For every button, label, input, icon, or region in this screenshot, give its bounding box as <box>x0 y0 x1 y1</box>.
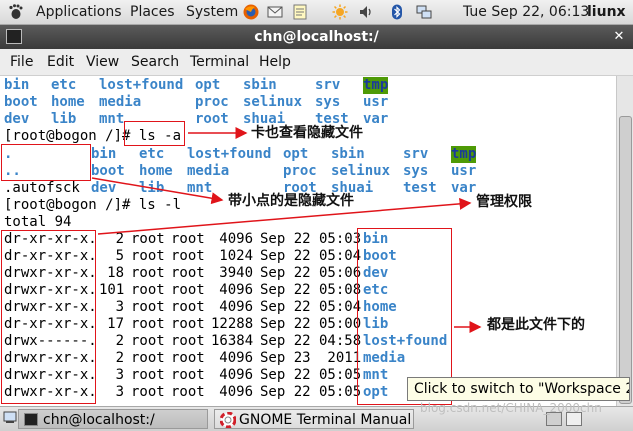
annotation-files-under: 都是此文件下的 <box>487 317 585 333</box>
workspace-tooltip: Click to switch to "Workspace 2" <box>407 377 630 401</box>
annotation-arrows <box>91 127 482 333</box>
watermark: blog.csdn.net/CHINA_2000chn <box>420 401 602 415</box>
show-desktop-icon[interactable] <box>3 410 19 426</box>
help-lifebuoy-icon <box>219 411 237 428</box>
taskbar-item-help[interactable]: GNOME Terminal Manual <box>214 409 414 429</box>
taskbar-item-label: GNOME Terminal Manual <box>239 412 412 428</box>
arrow-to-dot-files-note <box>91 177 224 205</box>
terminal-icon <box>24 413 38 426</box>
annotation-permissions: 管理权限 <box>476 194 532 210</box>
taskbar-item-label: chn@localhost:/ <box>43 412 155 428</box>
annotation-dot-files: 带小点的是隐藏文件 <box>228 193 354 209</box>
annotation-hidden-files: 卡也查看隐藏文件 <box>251 125 363 141</box>
taskbar-item-terminal[interactable]: chn@localhost:/ <box>18 409 208 429</box>
